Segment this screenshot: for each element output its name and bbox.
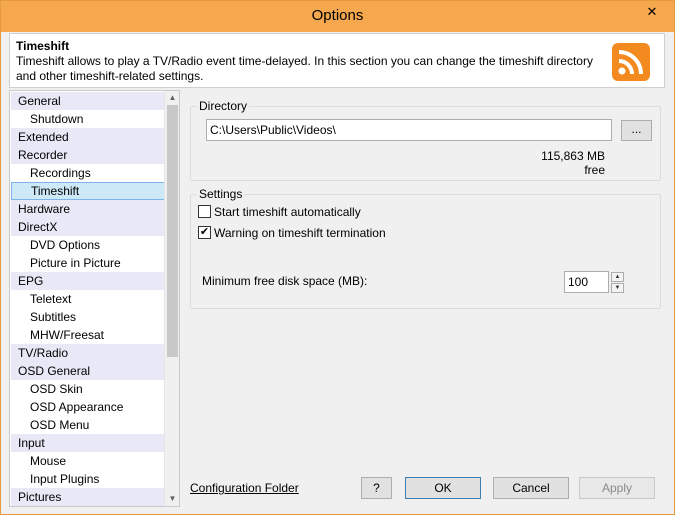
browse-button[interactable]: ... bbox=[621, 120, 652, 141]
section-description: Timeshift allows to play a TV/Radio even… bbox=[16, 54, 593, 83]
warning-checkbox[interactable]: ✔ bbox=[198, 226, 211, 239]
min-free-input[interactable]: 100 bbox=[564, 271, 609, 293]
tree-item[interactable]: Shutdown bbox=[11, 110, 165, 128]
tree-item[interactable]: Pictures bbox=[11, 488, 165, 506]
tree-item[interactable]: Teletext bbox=[11, 290, 165, 308]
tree-scrollbar[interactable]: ▲ ▼ bbox=[164, 91, 179, 506]
tree-item[interactable]: DVD Options bbox=[11, 236, 165, 254]
start-timeshift-checkbox-row[interactable]: Start timeshift automatically bbox=[198, 205, 361, 221]
tree-item[interactable]: General bbox=[11, 92, 165, 110]
ok-button[interactable]: OK bbox=[405, 477, 481, 499]
category-tree[interactable]: General Shutdown Extended Recorder Recording… bbox=[9, 90, 180, 507]
window-title: Options bbox=[311, 7, 364, 24]
directory-legend: Directory bbox=[197, 99, 250, 113]
rss-icon bbox=[612, 43, 650, 81]
section-banner: Timeshift Timeshift allows to play a TV/… bbox=[9, 33, 665, 88]
close-icon[interactable]: ✕ bbox=[636, 2, 668, 22]
warning-label: Warning on timeshift termination bbox=[214, 226, 386, 240]
start-timeshift-label: Start timeshift automatically bbox=[214, 205, 361, 219]
tree-item[interactable]: Input bbox=[11, 434, 165, 452]
tree-item[interactable]: OSD Menu bbox=[11, 416, 165, 434]
tree-items: General Shutdown Extended Recorder Recording… bbox=[11, 92, 165, 506]
tree-item[interactable]: EPG bbox=[11, 272, 165, 290]
section-title: Timeshift bbox=[16, 39, 70, 53]
tree-item[interactable]: Mouse bbox=[11, 452, 165, 470]
scroll-down-icon[interactable]: ▼ bbox=[165, 492, 179, 506]
scroll-up-icon[interactable]: ▲ bbox=[165, 91, 179, 105]
tree-item[interactable]: TV/Radio bbox=[11, 344, 165, 362]
tree-item[interactable]: OSD General bbox=[11, 362, 165, 380]
help-button[interactable]: ? bbox=[361, 477, 392, 499]
tree-item[interactable]: MHW/Freesat bbox=[11, 326, 165, 344]
spin-up-icon[interactable]: ▲ bbox=[611, 272, 624, 282]
scrollbar-thumb[interactable] bbox=[167, 105, 178, 357]
apply-button[interactable]: Apply bbox=[579, 477, 655, 499]
tree-item[interactable]: Subtitles bbox=[11, 308, 165, 326]
cancel-button[interactable]: Cancel bbox=[493, 477, 569, 499]
tree-item[interactable]: Hardware bbox=[11, 200, 165, 218]
tree-item[interactable]: OSD Skin bbox=[11, 380, 165, 398]
free-space-label: 115,863 MB free bbox=[541, 149, 605, 177]
warning-checkbox-row[interactable]: ✔ Warning on timeshift termination bbox=[198, 226, 386, 242]
spin-down-icon[interactable]: ▼ bbox=[611, 283, 624, 293]
tree-item[interactable]: Input Plugins bbox=[11, 470, 165, 488]
min-free-label: Minimum free disk space (MB): bbox=[202, 274, 368, 288]
configuration-folder-link[interactable]: Configuration Folder bbox=[190, 481, 299, 495]
tree-item[interactable]: Recordings bbox=[11, 164, 165, 182]
title-bar[interactable]: Options ✕ bbox=[1, 1, 674, 32]
tree-item[interactable]: Extended bbox=[11, 128, 165, 146]
tree-item[interactable]: Picture in Picture bbox=[11, 254, 165, 272]
tree-item[interactable]: DirectX bbox=[11, 218, 165, 236]
tree-item[interactable]: OSD Appearance bbox=[11, 398, 165, 416]
start-timeshift-checkbox[interactable] bbox=[198, 205, 211, 218]
tree-item[interactable]: Timeshift bbox=[11, 182, 165, 200]
tree-item[interactable]: Recorder bbox=[11, 146, 165, 164]
settings-legend: Settings bbox=[197, 187, 245, 201]
directory-input[interactable]: C:\Users\Public\Videos\ bbox=[206, 119, 612, 141]
options-window: Options ✕ Timeshift Timeshift allows to … bbox=[0, 0, 675, 515]
